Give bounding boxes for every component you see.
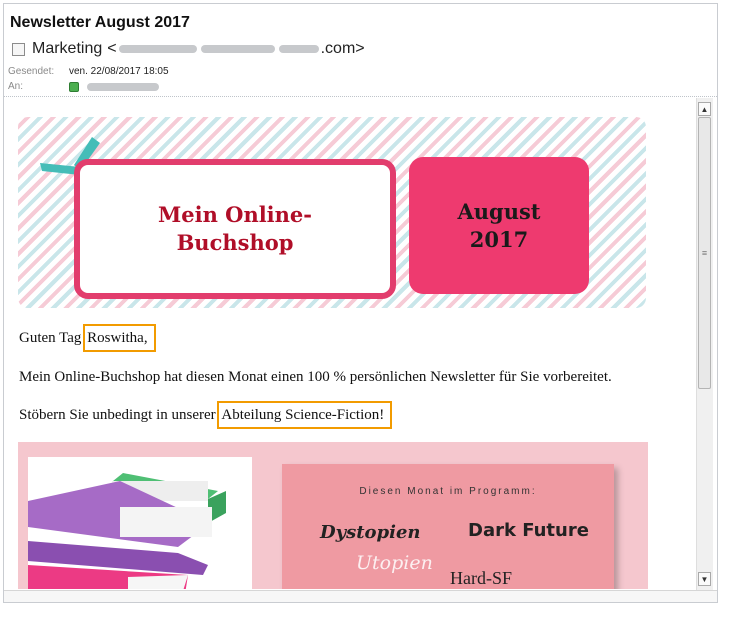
sender-domain: .com>: [320, 40, 365, 57]
books-image: [28, 457, 252, 589]
email-body: Mein Online-Buchshop August 2017 Guten T…: [4, 97, 695, 589]
sender-address-redacted: [118, 45, 197, 53]
sender-name[interactable]: Marketing: [32, 40, 102, 58]
shop-name: Mein Online-Buchshop: [157, 202, 313, 255]
newsletter-banner: Mein Online-Buchshop August 2017: [18, 117, 646, 308]
recipient-redacted[interactable]: [87, 82, 159, 91]
book-stack-icon: [28, 473, 226, 589]
genre-hard-sf[interactable]: Hard-SF: [450, 568, 512, 589]
scroll-down-icon[interactable]: ▼: [698, 572, 711, 586]
greeting-prefix: Guten Tag: [19, 330, 86, 346]
email-reading-pane: Newsletter August 2017 Marketing < .com>…: [3, 3, 718, 603]
genre-dark-future[interactable]: Dark Future: [468, 520, 589, 541]
greeting-name: Roswitha,: [83, 324, 156, 352]
browse-line: Stöbern Sie unbedingt in unserer Abteilu…: [19, 401, 393, 429]
month-badge: August 2017: [409, 157, 589, 294]
sent-row: Gesendet: ven. 22/08/2017 18:05: [8, 66, 169, 77]
to-label: An:: [8, 81, 24, 92]
sender-open-bracket: <: [107, 40, 117, 57]
scroll-thumb[interactable]: ≡: [698, 117, 711, 389]
email-subject: Newsletter August 2017: [10, 14, 190, 31]
sender-address-redacted: [278, 45, 319, 53]
science-fiction-link[interactable]: Abteilung Science-Fiction!: [217, 401, 393, 429]
horizontal-scrollbar[interactable]: [4, 590, 717, 602]
contact-status-icon: [69, 81, 79, 92]
genre-utopien[interactable]: Utopien: [356, 552, 433, 574]
sender-checkbox[interactable]: [12, 42, 25, 56]
intro-text: Mein Online-Buchshop hat diesen Monat ei…: [19, 369, 612, 385]
scroll-up-icon[interactable]: ▲: [698, 102, 711, 116]
greeting: Guten Tag Roswitha,: [19, 324, 156, 352]
month-label: August 2017: [457, 198, 541, 252]
program-heading: Diesen Monat im Programm:: [359, 486, 537, 497]
sender-address-redacted: [200, 45, 275, 53]
promo-section: Diesen Monat im Programm: Dystopien Dark…: [18, 442, 648, 589]
sent-label: Gesendet:: [8, 66, 55, 77]
sent-value: ven. 22/08/2017 18:05: [69, 66, 169, 77]
vertical-scrollbar[interactable]: ▲ ≡ ▼: [696, 98, 713, 590]
program-card: Diesen Monat im Programm: Dystopien Dark…: [282, 464, 614, 589]
sender-row[interactable]: Marketing < .com>: [12, 39, 365, 59]
email-header: Newsletter August 2017 Marketing < .com>…: [4, 4, 717, 97]
browse-prefix: Stöbern Sie unbedingt in unserer: [19, 407, 220, 423]
shop-name-tag: Mein Online-Buchshop: [74, 159, 396, 299]
to-row: An:: [8, 81, 161, 92]
genre-dystopien[interactable]: Dystopien: [320, 522, 421, 543]
